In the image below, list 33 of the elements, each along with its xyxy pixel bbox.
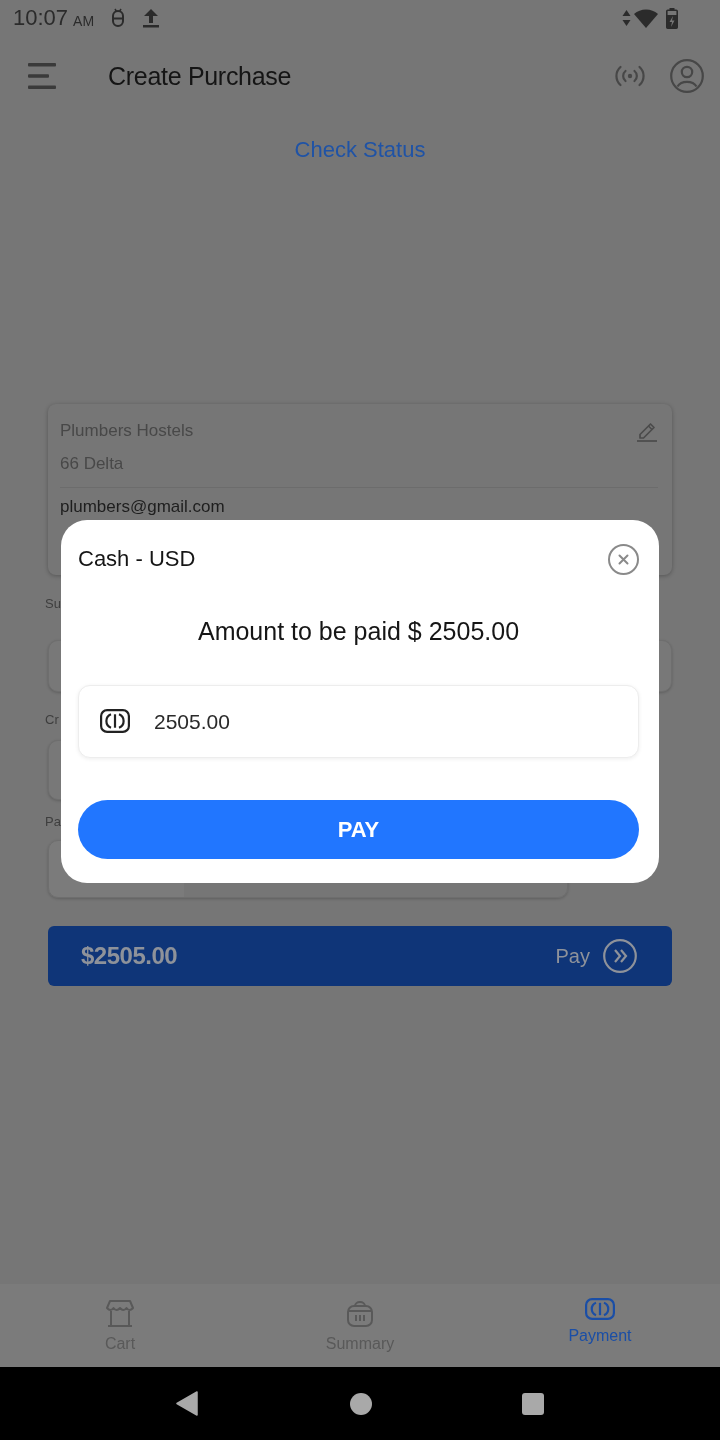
cash-icon (100, 709, 130, 733)
battery-icon (666, 7, 678, 29)
home-icon[interactable] (350, 1392, 372, 1415)
total-amount: $2505.00 (81, 941, 178, 971)
status-meridiem: AM (73, 13, 95, 29)
amount-due-text: Amount to be paid $ 2505.00 (197, 616, 520, 646)
check-status-link[interactable]: Check Status (294, 137, 426, 163)
broadcast-icon[interactable] (615, 65, 645, 87)
menu-icon[interactable] (28, 63, 56, 89)
field-label: Pa (45, 813, 61, 831)
back-icon[interactable] (176, 1391, 198, 1416)
field-label: Cr (45, 711, 59, 729)
wifi-icon (634, 8, 658, 28)
nav-tab[interactable]: Payment (480, 1284, 720, 1367)
amount-field[interactable]: 2505.00 (78, 685, 639, 758)
bug-icon (110, 8, 127, 28)
storefront-icon (105, 1298, 135, 1328)
screen-title: Create Purchase (108, 61, 292, 91)
cash-icon (585, 1298, 615, 1320)
data-arrows-icon (622, 9, 631, 27)
double-chevron-icon (603, 939, 637, 973)
dialog-title: Cash - USD (78, 545, 196, 573)
pay-bar[interactable]: $2505.00 Pay (48, 926, 672, 986)
status-time: 10:07 (13, 5, 69, 31)
field-label: Su (45, 595, 61, 613)
pay-label: Pay (555, 944, 590, 969)
close-icon[interactable] (608, 543, 639, 575)
customer-email: plumbers@gmail.com (60, 497, 225, 517)
account-icon[interactable] (670, 59, 704, 93)
upload-icon (142, 8, 161, 28)
recents-icon[interactable] (522, 1392, 544, 1415)
pay-button[interactable]: PAY (78, 800, 639, 859)
basket-icon (345, 1298, 375, 1328)
